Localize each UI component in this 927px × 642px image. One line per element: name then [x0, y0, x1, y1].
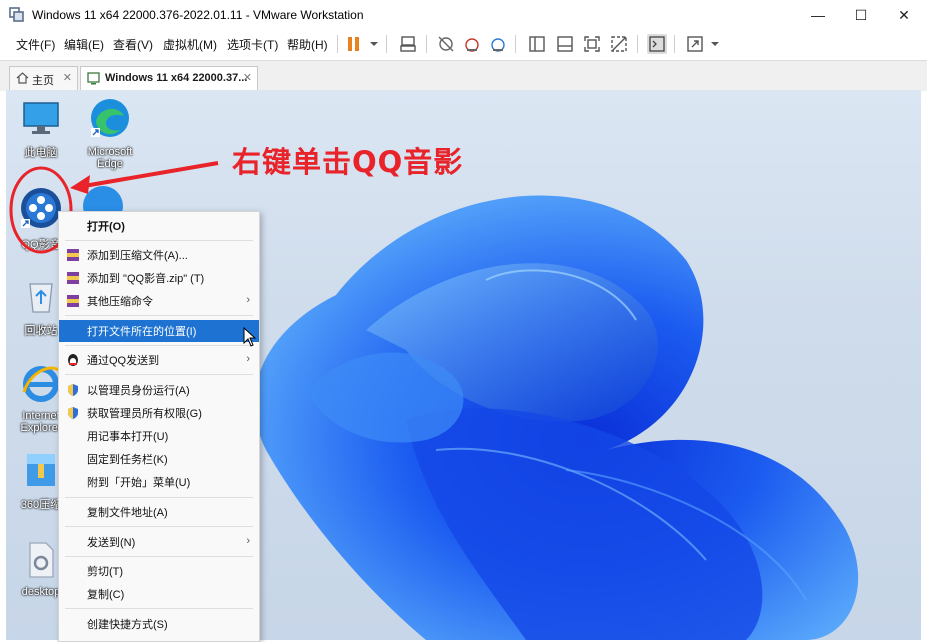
mouse-cursor-icon: [243, 327, 257, 347]
maximize-button[interactable]: ☐: [841, 0, 881, 30]
menu-separator: [65, 526, 253, 527]
qq-player-icon: [21, 188, 61, 228]
menu-item-send-to[interactable]: 发送到(N) ›: [59, 531, 259, 553]
stretch-dropdown-chevron-icon[interactable]: [705, 34, 725, 54]
annotation-text: 右键单击QQ音影: [232, 145, 464, 179]
toolbar-separator: [386, 35, 387, 53]
menu-item-add-to-zip[interactable]: 添加到 "QQ影音.zip" (T): [59, 267, 259, 289]
pause-dropdown-chevron-icon[interactable]: [364, 34, 384, 54]
internet-explorer-icon: [22, 366, 59, 402]
console-view-icon[interactable]: [647, 34, 667, 54]
tab-home-label: 主页: [32, 75, 54, 87]
send-ctrl-alt-del-icon[interactable]: [398, 34, 418, 54]
close-icon[interactable]: ✕: [243, 71, 252, 84]
menu-view[interactable]: 查看(V): [113, 36, 153, 53]
toolbar-separator: [637, 35, 638, 53]
settings-file-icon: [29, 542, 54, 578]
menu-edit[interactable]: 编辑(E): [64, 36, 104, 53]
desktop-icon-label: 此电脑: [24, 147, 58, 159]
desktop-icon-this-pc[interactable]: 此电脑: [9, 98, 73, 160]
menu-item-add-to-archive[interactable]: 添加到压缩文件(A)...: [59, 244, 259, 266]
menu-item-open[interactable]: 打开(O): [59, 215, 259, 237]
chevron-right-icon: ›: [246, 353, 250, 365]
menu-item-create-shortcut[interactable]: 创建快捷方式(S): [59, 613, 259, 635]
partial-desktop-icon: [83, 186, 123, 212]
toolbar-separator: [337, 35, 338, 53]
menu-separator: [65, 345, 253, 346]
menu-item-other-compress[interactable]: 其他压缩命令 ›: [59, 290, 259, 312]
menu-item-open-with-notepad[interactable]: 用记事本打开(U): [59, 425, 259, 447]
title-bar: Windows 11 x64 22000.376-2022.01.11 - VM…: [0, 0, 927, 30]
menu-vm[interactable]: 虚拟机(M): [163, 36, 217, 53]
context-menu: 打开(O) 添加到压缩文件(A)... 添加到 "QQ影音.zip" (T) 其…: [58, 211, 260, 642]
menu-item-copy-file-path[interactable]: 复制文件地址(A): [59, 501, 259, 523]
unity-mode-icon[interactable]: [609, 34, 629, 54]
qq-penguin-icon: [68, 354, 78, 366]
edge-browser-icon: [91, 99, 129, 137]
pause-icon[interactable]: [344, 34, 364, 54]
chevron-right-icon: ›: [246, 294, 250, 306]
shield-icon: [68, 407, 78, 419]
home-icon: [16, 72, 29, 84]
recycle-bin-icon: [29, 283, 53, 313]
winrar-icon: [67, 295, 79, 307]
window-title: Windows 11 x64 22000.376-2022.01.11 - VM…: [32, 8, 364, 22]
menu-tabs[interactable]: 选项卡(T): [227, 36, 278, 53]
tab-vm-label: Windows 11 x64 22000.37...: [105, 72, 248, 84]
shield-icon: [68, 384, 78, 396]
menu-separator: [65, 497, 253, 498]
menu-separator: [65, 556, 253, 557]
stretch-guest-icon[interactable]: [685, 34, 705, 54]
menu-item-send-via-qq[interactable]: 通过QQ发送到 ›: [59, 349, 259, 371]
show-library-icon[interactable]: [527, 34, 547, 54]
menu-file[interactable]: 文件(F): [16, 36, 55, 53]
menu-item-pin-to-start[interactable]: 附到「开始」菜单(U): [59, 471, 259, 493]
menu-item-cut[interactable]: 剪切(T): [59, 560, 259, 582]
menu-separator: [65, 608, 253, 609]
menu-item-pin-to-taskbar[interactable]: 固定到任务栏(K): [59, 448, 259, 470]
minimize-button[interactable]: —: [798, 0, 838, 30]
toolbar-separator: [515, 35, 516, 53]
desktop-icon-edge[interactable]: Microsoft Edge: [78, 96, 142, 170]
menu-item-run-as-admin[interactable]: 以管理员身份运行(A): [59, 379, 259, 401]
fullscreen-icon[interactable]: [582, 34, 602, 54]
menu-help[interactable]: 帮助(H): [287, 36, 328, 53]
menu-separator: [65, 240, 253, 241]
desktop-icon-label: Microsoft Edge: [87, 146, 133, 170]
menu-separator: [65, 374, 253, 375]
menu-item-take-ownership[interactable]: 获取管理员所有权限(G): [59, 402, 259, 424]
winrar-icon: [67, 249, 79, 261]
menu-separator: [65, 315, 253, 316]
vm-tab-icon: [87, 72, 100, 85]
snapshot-manager-icon[interactable]: [488, 34, 508, 54]
tab-home[interactable]: 主页 ✕: [9, 66, 78, 90]
360zip-icon: [27, 454, 55, 486]
close-icon[interactable]: ✕: [63, 71, 72, 84]
chevron-right-icon: ›: [246, 535, 250, 547]
menu-item-open-file-location[interactable]: 打开文件所在的位置(I): [59, 320, 259, 342]
snapshot-disabled-icon[interactable]: [436, 34, 456, 54]
winrar-icon: [67, 272, 79, 284]
close-button[interactable]: ✕: [884, 0, 924, 30]
monitor-icon: [23, 102, 59, 134]
toolbar-separator: [426, 35, 427, 53]
vmware-app-icon: [9, 7, 24, 22]
menu-item-copy[interactable]: 复制(C): [59, 583, 259, 605]
toolbar-separator: [674, 35, 675, 53]
thumbnail-bar-icon[interactable]: [555, 34, 575, 54]
tab-vm[interactable]: Windows 11 x64 22000.37... ✕: [80, 66, 258, 90]
snapshot-revert-icon[interactable]: [462, 34, 482, 54]
